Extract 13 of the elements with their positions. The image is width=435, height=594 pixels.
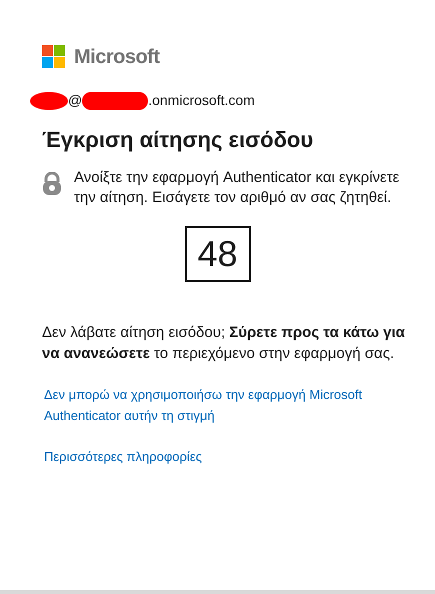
- brand-name: Microsoft: [74, 45, 160, 70]
- refresh-hint: Δεν λάβατε αίτηση εισόδου; Σύρετε προς τα κάτω για να ανανεώσετε το περιεχόμενο στην εφαρμογή σας.: [42, 323, 405, 364]
- page-title: Έγκριση αίτησης εισόδου: [42, 126, 314, 154]
- account-at: @: [68, 91, 82, 110]
- verification-number: 48: [184, 226, 250, 282]
- help-link[interactable]: Περισσότερες πληροφορίες: [44, 446, 405, 467]
- lock-icon: [42, 172, 62, 196]
- account-domain: .onmicrosoft.com: [148, 91, 255, 110]
- redaction-mark: [82, 92, 148, 110]
- logo-icon: [42, 45, 66, 69]
- instruction-text: Ανοίξτε την εφαρμογή Authenticator και εγκρίνετε την αίτηση. Εισάγετε τον αριθμό αν σας ζητηθεί.: [74, 168, 400, 208]
- redaction-mark: [30, 92, 68, 110]
- help-link[interactable]: Δεν μπορώ να χρησιμοποιήσω την εφαρμογή Microsoft Authenticator αυτήν τη στιγμή: [44, 384, 405, 426]
